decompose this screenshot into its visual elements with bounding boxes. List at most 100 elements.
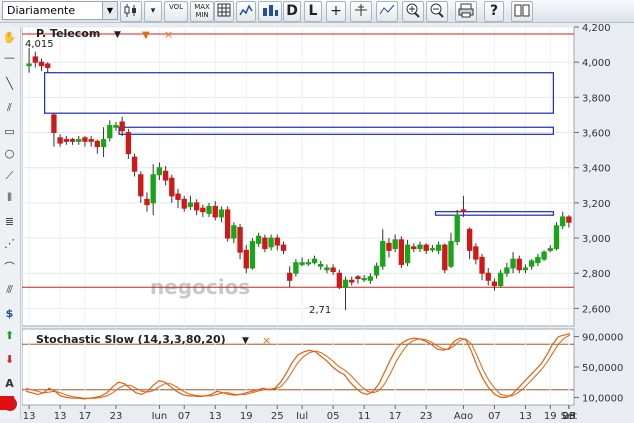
x-tick-label: 19 [544,411,557,419]
x-tick-label: 23 [110,411,123,419]
line-button[interactable]: L [304,1,322,22]
toolbar: Diariamente ▼ ▾ VOL MAX MIN D L + ? [0,0,634,23]
period-select[interactable]: Diariamente ▼ [2,1,118,20]
candle-body [237,227,243,253]
y-tick-label: 10,0000 [582,393,623,404]
y-tick-label: 3,200 [582,199,611,210]
candle-body [69,139,76,142]
drawing-toolbar: ✋ — ╲ ⫽ ▭ ○ ⟋ ⦀ ≣ ⋰ ⌒ ⫻ $ ⬆ ⬇ A ✕ [0,27,21,419]
candle-body [448,241,454,267]
stock-chart[interactable]: negocios 4,2004,0003,8003,6003,4003,2003… [21,22,634,422]
date-axis: 13 13 17 23 Jun 07 13 19 25 Jul 05 11 17 23 Ago 07 13 19 2… [23,405,577,422]
candle-body [355,276,361,280]
candle-body [547,248,553,251]
candle-body [94,140,101,148]
x-tick-label: 17 [389,411,402,419]
candle-body [404,244,411,264]
candle-body [429,248,436,251]
candle-body [522,267,529,271]
zoom-in-icon[interactable] [402,1,424,22]
chevron-down-icon: ▼ [102,2,117,19]
indicator-icon[interactable] [236,1,256,22]
candle-body [125,132,132,155]
candle-body [76,139,82,142]
crosshair-icon[interactable]: + [326,1,346,22]
fibonacci-icon[interactable]: ⦀ [1,189,18,206]
candle-body [144,198,150,206]
y-tick-label: 50,0000 [582,363,623,374]
candle-body [535,256,541,264]
candle-body [330,267,336,272]
candle-body [553,225,560,250]
candle-body [45,63,51,68]
circle-icon[interactable]: ○ [1,145,18,162]
x-tick-label: 05 [327,411,340,419]
candle-body [119,121,125,132]
channel-icon[interactable]: ⟋ [1,167,18,184]
candle-body [262,237,268,250]
chevron-down-icon[interactable]: ▼ [242,336,249,346]
candle-body [150,174,156,204]
x-tick-label: 13 [519,411,532,419]
x-tick-label: 07 [178,411,191,419]
x-tick-label: 13 [209,411,222,419]
y-tick-label: 2,600 [582,304,611,315]
color-swatch[interactable] [0,396,14,410]
daily-button[interactable]: D [283,1,301,22]
volume-button[interactable]: VOL [164,1,188,22]
candle-body [131,156,138,172]
stochastic-title[interactable]: Stochastic Slow (14,3,3,80,20) [36,333,226,346]
candle-body [491,281,498,287]
fibonacci-retracement-icon[interactable]: ≣ [1,213,18,230]
gann-fan-icon[interactable]: ⋰ [1,235,18,252]
cursor-icon[interactable] [350,1,372,22]
trend-line-icon[interactable]: ╲ [1,75,18,92]
candle-body [311,258,318,264]
candle-body [324,267,330,271]
up-arrow-icon[interactable]: ⬆ [1,327,18,344]
candle-body [510,258,516,269]
arc-icon[interactable]: ⌒ [1,259,18,276]
grid-icon[interactable] [214,1,234,22]
price-plot-background [21,26,575,327]
text-tool-icon[interactable]: A [1,375,18,392]
candle-body [63,139,70,142]
rectangle-icon[interactable]: ▭ [1,123,18,140]
candle-body [342,279,349,288]
down-arrow-icon[interactable]: ⬇ [1,351,18,368]
candle-body [249,241,256,269]
close-icon[interactable]: × [262,334,271,347]
candle-body [435,244,442,251]
parallel-lines-icon[interactable]: ⫽ [1,99,18,116]
horizontal-line-icon[interactable]: — [1,49,18,66]
candle-body [367,276,374,281]
close-icon[interactable]: × [164,28,173,41]
y-tick-label: 3,600 [582,129,611,140]
candle-body [473,246,479,260]
chart-type-dropdown-button[interactable]: ▾ [144,1,162,22]
candle-body [485,272,491,281]
dollar-sign-icon[interactable]: $ [1,305,18,322]
y-tick-label: 3,400 [582,164,611,175]
candle-body [57,137,63,144]
candle-body [274,237,280,246]
print-icon[interactable] [455,1,477,22]
help-button[interactable]: ? [484,1,504,22]
candle-body [218,209,225,218]
arrow-down-icon[interactable]: ▼ [142,30,150,41]
candlestick-type-button[interactable] [120,1,142,22]
max-min-button[interactable]: MAX MIN [190,1,214,22]
candle-body [26,63,32,67]
price-axis: 4,200 4,000 3,800 3,600 3,400 3,200 3,000 2,800… [574,23,611,315]
candle-body [200,207,206,213]
x-tick-label: 19 [240,411,253,419]
compare-icon[interactable] [258,1,282,22]
speed-lines-icon[interactable]: ⫻ [1,281,18,298]
draw-trend-icon[interactable] [376,1,398,22]
candle-body [280,244,287,251]
book-icon[interactable] [511,1,533,22]
chevron-down-icon[interactable]: ▼ [114,30,121,40]
hand-icon[interactable]: ✋ [1,29,18,46]
candle-body [386,242,392,251]
zoom-out-icon[interactable] [426,1,448,22]
